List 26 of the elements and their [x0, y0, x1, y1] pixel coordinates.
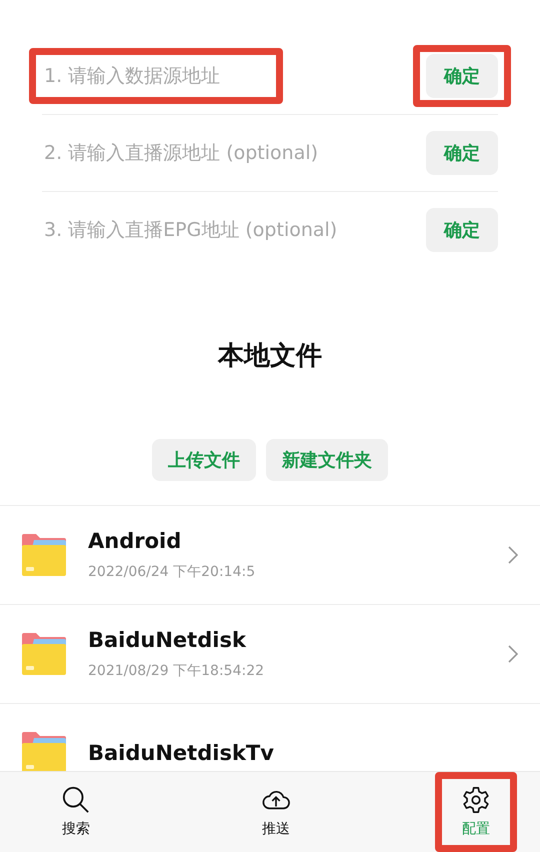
folder-name: Android — [88, 529, 182, 553]
confirm-button[interactable]: 确定 — [426, 131, 498, 175]
input-field[interactable]: 1. 请输入数据源地址 — [42, 57, 270, 95]
section-title: 本地文件 — [216, 340, 323, 373]
folder-name: BaiduNetdiskTv — [88, 741, 275, 765]
field-frame[interactable]: 2. 请输入直播源地址 (optional) — [29, 125, 413, 181]
confirm-button[interactable]: 确定 — [426, 54, 498, 98]
chevron-icon — [508, 645, 518, 663]
folder-icon — [22, 732, 66, 774]
modified-date: 2021/08/29 下午18:54:22 — [88, 662, 266, 680]
folder-name: BaiduNetdisk — [88, 628, 248, 652]
modified-date: 2022/06/24 下午20:14:5 — [88, 563, 256, 581]
input-field[interactable]: 2. 请输入直播源地址 (optional) — [42, 134, 400, 172]
settings-icon — [462, 786, 490, 814]
search-icon — [62, 786, 90, 814]
tab[interactable]: 推送 — [262, 780, 290, 844]
field-frame[interactable]: 3. 请输入直播EPG地址 (optional) — [29, 202, 413, 258]
action-button[interactable]: 新建文件夹 — [266, 439, 388, 481]
confirm-button[interactable]: 确定 — [426, 208, 498, 252]
folder-icon — [22, 534, 66, 576]
input-field[interactable]: 3. 请输入直播EPG地址 (optional) — [42, 211, 400, 249]
folder-icon — [22, 633, 66, 675]
field-frame[interactable]: 1. 请输入数据源地址 — [29, 48, 283, 104]
chevron-icon — [508, 546, 518, 564]
action-button[interactable]: 上传文件 — [152, 439, 256, 481]
tab[interactable]: 搜索 — [62, 780, 90, 844]
